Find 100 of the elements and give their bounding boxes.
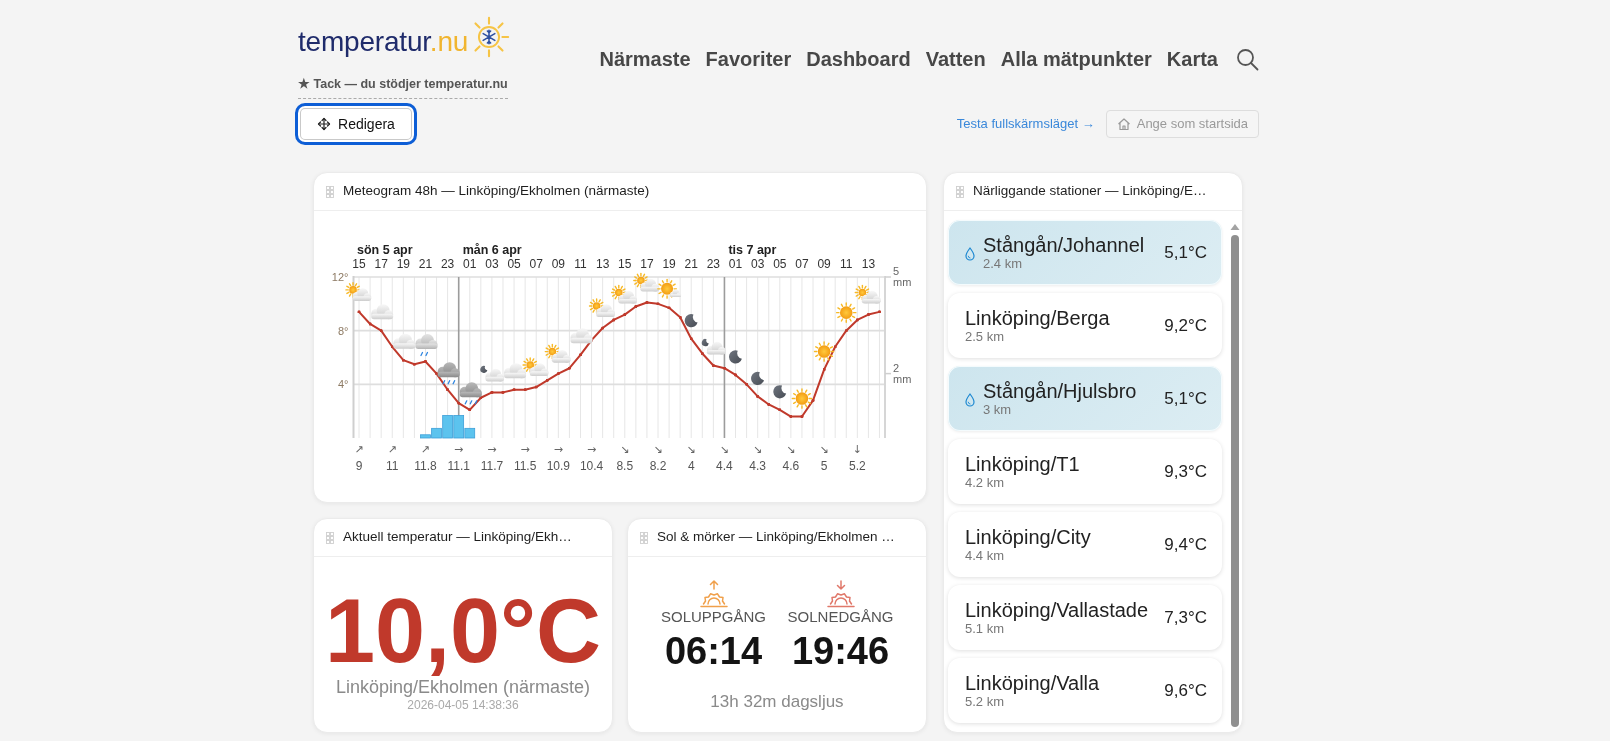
water-drop-icon	[965, 392, 975, 407]
station-distance: 2.5 km	[965, 328, 1004, 345]
drag-handle-icon[interactable]	[640, 531, 648, 544]
wind-direction: ↘	[719, 443, 730, 456]
edit-button[interactable]: Redigera	[295, 103, 417, 145]
station-distance: 5.1 km	[965, 620, 1004, 637]
sun-cloud-icon	[657, 278, 682, 299]
hour-label: 17	[640, 257, 654, 271]
card-title: Meteogram 48h — Linköping/Ekholmen (närmaste)	[343, 182, 650, 201]
hour-label: 15	[352, 257, 366, 271]
thanks-text: ★ Tack — du stödjer temperatur.nu	[298, 75, 508, 99]
wind-speed: 11.7	[480, 459, 504, 473]
hour-label: 09	[817, 257, 831, 271]
station-temperature: 9,2°C	[1164, 314, 1207, 337]
hour-label: 07	[529, 257, 543, 271]
partly-sunny-icon	[544, 343, 571, 363]
wind-direction: ↘	[753, 443, 763, 456]
nav-link[interactable]: Alla mätpunkter	[1000, 47, 1152, 71]
house-icon	[1116, 117, 1131, 131]
station-name: Linköping/City	[965, 525, 1091, 548]
sun-icon	[835, 302, 857, 323]
day-label: tis 7 apr	[728, 243, 777, 257]
hour-label: 13	[861, 257, 876, 271]
moon-icon	[773, 385, 787, 399]
sunset-time: 19:46	[791, 631, 890, 671]
day-label: mån 6 apr	[462, 243, 522, 257]
nav-link[interactable]: Favoriter	[705, 47, 792, 71]
hour-label: 01	[728, 257, 743, 271]
hour-label: 01	[463, 257, 477, 271]
rain-cloud-icon	[415, 334, 438, 357]
moon-cloud-icon	[701, 338, 726, 355]
wind-speed: 10.9	[546, 459, 571, 473]
moon-icon	[684, 314, 698, 328]
station-temperature: 5,1°C	[1164, 387, 1207, 410]
station-item[interactable]: Linköping/T1 4.2 km 9,3°C	[948, 439, 1222, 504]
hour-label: 15	[618, 257, 632, 271]
wind-direction: →	[454, 443, 464, 456]
wind-speed: 8.5	[616, 459, 634, 473]
station-distance: 2.4 km	[983, 255, 1022, 272]
cloud-icon	[570, 328, 593, 344]
scrollbar-thumb[interactable]	[1231, 235, 1239, 727]
search-icon[interactable]	[1236, 47, 1259, 71]
scroll-up-icon[interactable]	[1230, 223, 1240, 231]
station-temperature: 9,6°C	[1164, 679, 1207, 702]
nav-link[interactable]: Vatten	[925, 47, 986, 71]
wind-direction: →	[487, 443, 497, 456]
nav-link[interactable]: Karta	[1166, 47, 1218, 71]
drag-handle-icon[interactable]	[326, 185, 334, 198]
station-item[interactable]: Linköping/Berga 2.5 km 9,2°C	[948, 293, 1222, 358]
sun-icon	[813, 341, 835, 362]
axis-label: 5 mm	[893, 265, 912, 288]
card-title: Närliggande stationer — Linköping/E…	[973, 182, 1207, 201]
hour-label: 11	[574, 257, 587, 271]
axis-label: 8°	[337, 324, 349, 337]
water-drop-icon	[965, 246, 975, 261]
cloud-icon	[371, 304, 394, 320]
cloud-icon	[504, 363, 527, 379]
wind-direction: →	[553, 443, 563, 456]
hour-label: 23	[706, 257, 721, 271]
station-item[interactable]: Stångån/Johannel 2.4 km 5,1°C	[948, 220, 1222, 285]
nav-link[interactable]: Dashboard	[806, 47, 911, 71]
nav-link[interactable]: Närmaste	[599, 47, 691, 71]
hour-label: 17	[374, 257, 388, 271]
hour-label: 03	[751, 257, 765, 271]
station-item[interactable]: Linköping/City 4.4 km 9,4°C	[948, 512, 1222, 577]
wind-speed: 9	[355, 459, 363, 473]
station-name: Linköping/T1	[965, 452, 1080, 475]
hour-label: 09	[551, 257, 566, 271]
wind-speed: 4.4	[716, 459, 733, 473]
partly-sunny-icon	[522, 357, 549, 377]
partly-sunny-icon	[633, 272, 660, 292]
station-name: Linköping/Ekholmen (närmaste)	[335, 676, 591, 698]
hour-label: 13	[595, 257, 610, 271]
station-distance: 4.2 km	[965, 474, 1004, 491]
wind-speed: 11	[386, 459, 399, 473]
hour-label: 11	[840, 257, 853, 271]
station-temperature: 7,3°C	[1164, 606, 1207, 629]
wind-speed: 4.3	[749, 459, 766, 473]
drag-handle-icon[interactable]	[326, 531, 334, 544]
drag-handle-icon[interactable]	[956, 185, 964, 198]
sunrise-icon	[698, 580, 729, 608]
station-item[interactable]: Linköping/Valla 5.2 km 9,6°C	[948, 658, 1222, 723]
station-temperature: 5,1°C	[1164, 241, 1207, 264]
axis-label: 12°	[331, 271, 349, 283]
hour-label: 19	[396, 257, 410, 271]
sunset-icon	[825, 580, 856, 608]
timestamp: 2026-04-05 14:38:36	[407, 698, 519, 712]
card-title: Sol & mörker — Linköping/Ekholmen …	[657, 528, 895, 547]
cloud-icon	[393, 333, 416, 349]
wind-direction: →	[586, 443, 597, 456]
wind-speed: 5	[820, 459, 828, 473]
logo-text[interactable]: temperatur.nu	[298, 28, 469, 56]
wind-direction: ↘	[620, 443, 630, 456]
station-distance: 5.2 km	[965, 693, 1004, 710]
sun-icon	[791, 388, 813, 409]
hour-label: 23	[440, 257, 455, 271]
station-item[interactable]: Stångån/Hjulsbro 3 km 5,1°C	[948, 366, 1222, 431]
rain-cloud-icon	[459, 382, 482, 405]
hour-label: 05	[773, 257, 787, 271]
hour-label: 05	[507, 257, 521, 271]
